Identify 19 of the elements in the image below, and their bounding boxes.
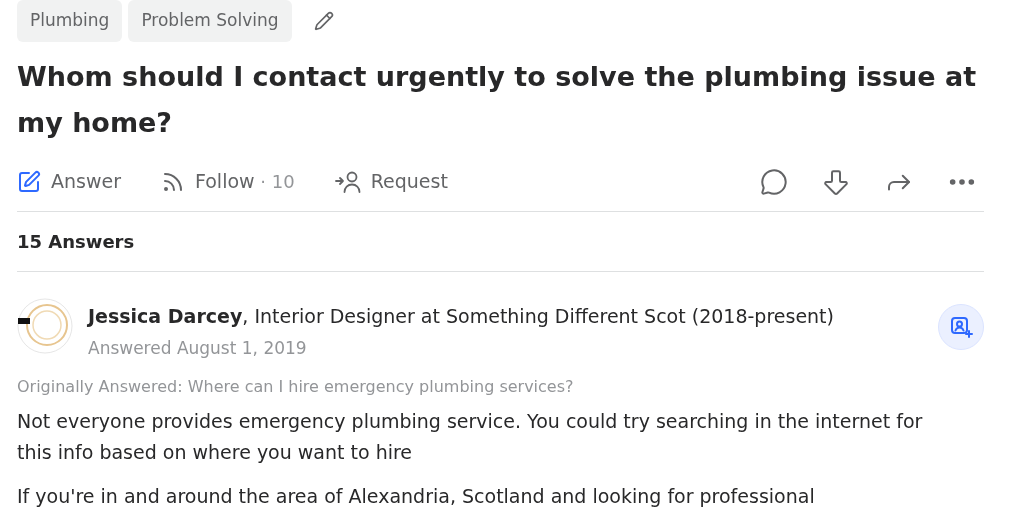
person-arrow-icon bbox=[334, 169, 361, 194]
edit-icon[interactable] bbox=[313, 11, 334, 31]
avatar-icon[interactable] bbox=[17, 298, 73, 354]
answer-icon bbox=[17, 169, 41, 194]
request-button[interactable]: Request bbox=[334, 167, 448, 196]
answer-date: Answered August 1, 2019 bbox=[88, 337, 308, 360]
originally-answered: Originally Answered: Where can I hire emergency plumbing services? bbox=[17, 376, 575, 398]
answer-button[interactable]: Answer bbox=[17, 167, 121, 196]
person-add-icon bbox=[949, 315, 973, 339]
topic-tag[interactable]: Plumbing bbox=[17, 0, 123, 42]
answer-paragraph: Not everyone provides emergency plumbing service. You could try searching in the internet for this info based on where you want to hire bbox=[17, 409, 924, 465]
comment-icon[interactable] bbox=[760, 167, 788, 196]
question-title: Whom should I contact urgently to solve the plumbing issue at my home? bbox=[17, 60, 978, 140]
answers-count: 15 Answers bbox=[17, 230, 135, 254]
topic-tag[interactable]: Problem Solving bbox=[128, 0, 292, 42]
answer-paragraph: If you're in and around the area of Alexandria, Scotland and looking for professional bbox=[17, 484, 816, 509]
add-person-button[interactable] bbox=[938, 304, 984, 350]
follow-button[interactable]: Follow · 10 bbox=[161, 167, 295, 196]
author-credential: Jessica Darcey, Interior Designer at Something Different Scot (2018-present) bbox=[88, 304, 834, 329]
